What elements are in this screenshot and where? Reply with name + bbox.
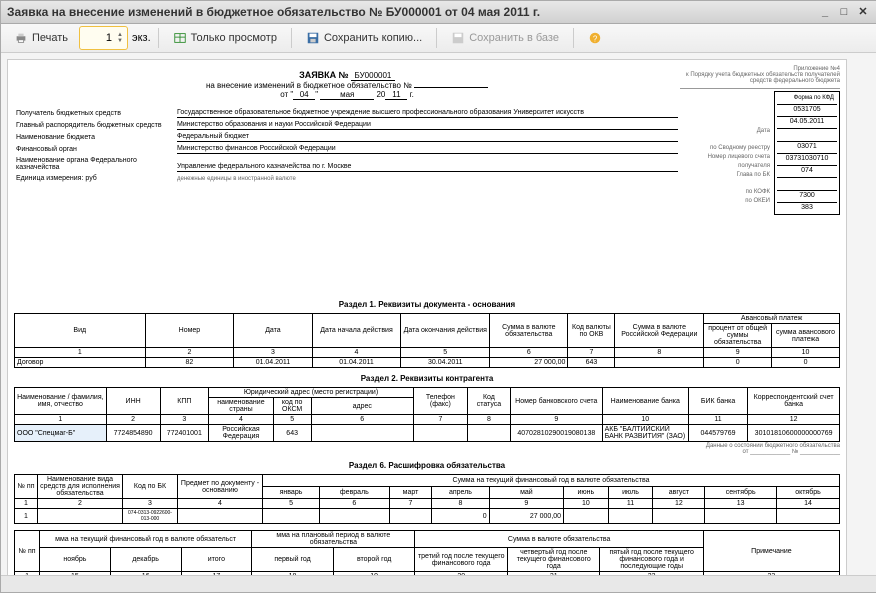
receiver-value: Государственное образовательное бюджетно… — [177, 108, 678, 118]
save-copy-button[interactable]: Сохранить копию... — [299, 26, 429, 50]
section2-table: Наименование / фамилия, имя, отчество ИН… — [14, 387, 840, 442]
save-copy-label: Сохранить копию... — [324, 32, 422, 44]
okei-code: 383 — [777, 202, 837, 212]
window-title: Заявка на внесение изменений в бюджетное… — [7, 5, 540, 19]
print-label: Печать — [32, 32, 68, 44]
view-only-button[interactable]: Только просмотр — [166, 26, 284, 50]
glava-code: 074 — [777, 165, 837, 175]
section6b-table: № пп мма на текущий финансовый год в вал… — [14, 530, 840, 575]
section1-title: Раздел 1. Реквизиты документа - основани… — [14, 300, 840, 309]
form-page: ЗАЯВКА № БУ000001 на внесение изменений … — [7, 59, 847, 575]
horizontal-scrollbar[interactable] — [1, 575, 876, 592]
save-db-icon — [451, 31, 465, 45]
help-button[interactable]: ? — [581, 26, 609, 50]
svod-code: 03071 — [777, 141, 837, 151]
ls-code: 03731030710 — [777, 153, 837, 163]
form-number: БУ000001 — [351, 71, 395, 81]
table-row: 1074-0313-0922600-013-000027 000,00 — [15, 509, 840, 524]
change-number — [414, 87, 488, 88]
close-button[interactable]: ✕ — [855, 5, 871, 19]
table-icon — [173, 31, 187, 45]
window-titlebar: Заявка на внесение изменений в бюджетное… — [1, 1, 876, 24]
main-rasp-value: Министерство образования и науки Российс… — [177, 120, 678, 130]
copies-input[interactable] — [84, 31, 114, 45]
copies-unit-label: экз. — [132, 32, 151, 44]
table-row: Договор8201.04.201101.04.201130.04.20112… — [15, 358, 840, 368]
save-db-button[interactable]: Сохранить в базе — [444, 26, 566, 50]
form-title: ЗАЯВКА № — [299, 70, 349, 80]
header-note: Приложение №4к Порядку учета бюджетных о… — [680, 66, 840, 89]
section2-title: Раздел 2. Реквизиты контрагента — [14, 374, 840, 383]
budget-value: Федеральный бюджет — [177, 132, 678, 142]
form-subtitle: на внесение изменений в бюджетное обязат… — [206, 81, 412, 90]
section6-title: Раздел 6. Расшифровка обязательства — [14, 461, 840, 470]
date-code: 04.05.2011 — [777, 116, 837, 126]
toolbar: Печать ▲ ▼ экз. Только просмотр Сохранит… — [1, 24, 876, 53]
kfd-code: 0531705 — [777, 104, 837, 114]
help-icon: ? — [588, 31, 602, 45]
minimize-button[interactable]: _ — [817, 5, 833, 19]
copies-spinner[interactable]: ▲ ▼ — [79, 26, 128, 50]
svg-text:?: ? — [593, 35, 598, 44]
kofk-code: 7300 — [777, 190, 837, 200]
maximize-button[interactable]: □ — [836, 5, 852, 19]
printer-icon — [14, 31, 28, 45]
finorg-value: Министерство финансов Российской Федерац… — [177, 144, 678, 154]
section1-table: Вид Номер Дата Дата начала действия Дата… — [14, 313, 840, 368]
document-viewport[interactable]: ЗАЯВКА № БУ000001 на внесение изменений … — [1, 53, 876, 575]
spin-down-icon[interactable]: ▼ — [117, 38, 123, 44]
view-only-label: Только просмотр — [191, 32, 277, 44]
section6-table: № пп Наименование вида средств для испол… — [14, 474, 840, 524]
kazn-value: Управление федерального казначейства по … — [177, 156, 678, 172]
disk-icon — [306, 31, 320, 45]
save-db-label: Сохранить в базе — [469, 32, 559, 44]
print-button[interactable]: Печать — [7, 26, 75, 50]
table-row: ООО "Спецмаг-Б"7724854890772401001Россий… — [15, 425, 840, 442]
